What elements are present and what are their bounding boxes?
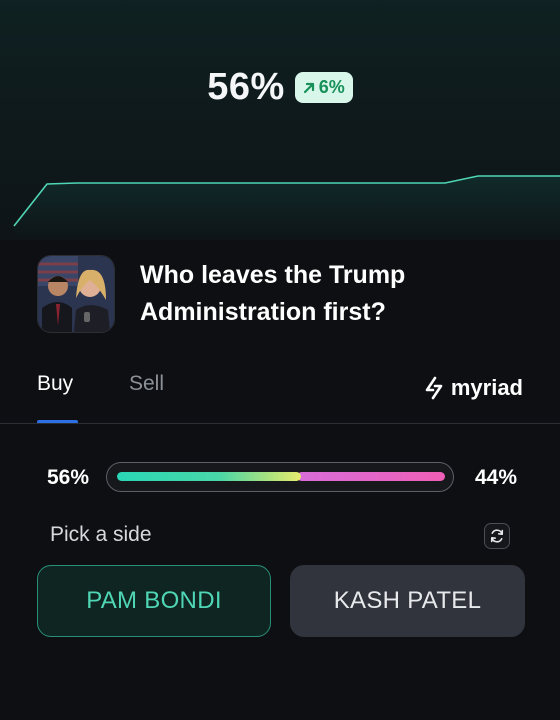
probability-header: 56% 6%: [0, 66, 560, 109]
pick-side-label: Pick a side: [50, 523, 152, 546]
market-portrait-image: [37, 255, 115, 333]
myriad-logo-icon: [425, 376, 443, 400]
yes-percentage: 56%: [47, 466, 90, 489]
change-badge: 6%: [294, 72, 353, 103]
change-value: 6%: [318, 77, 345, 97]
no-percentage: 44%: [474, 466, 517, 489]
price-line-chart: [13, 175, 560, 240]
odds-bar-row: 56% 44%: [47, 462, 517, 494]
kash-patel-button[interactable]: KASH PATEL: [290, 565, 525, 637]
refresh-button[interactable]: [484, 523, 510, 549]
price-chart-section: 56% 6%: [0, 0, 560, 240]
market-question: Who leaves the Trump Administration firs…: [140, 261, 406, 326]
brand-name: myriad: [450, 375, 523, 400]
tab-sell[interactable]: Sell: [129, 372, 164, 396]
tab-buy[interactable]: Buy: [37, 372, 73, 396]
pam-bondi-button[interactable]: PAM BONDI: [37, 565, 271, 637]
divider: [0, 423, 560, 424]
probability-value: 56%: [207, 66, 285, 108]
refresh-icon: [490, 529, 504, 543]
brand-logo: myriad: [423, 375, 523, 401]
no-fill: [297, 472, 445, 481]
arrow-up-right-icon: [303, 82, 314, 93]
yes-fill: [117, 472, 301, 481]
odds-bar: [106, 462, 454, 492]
